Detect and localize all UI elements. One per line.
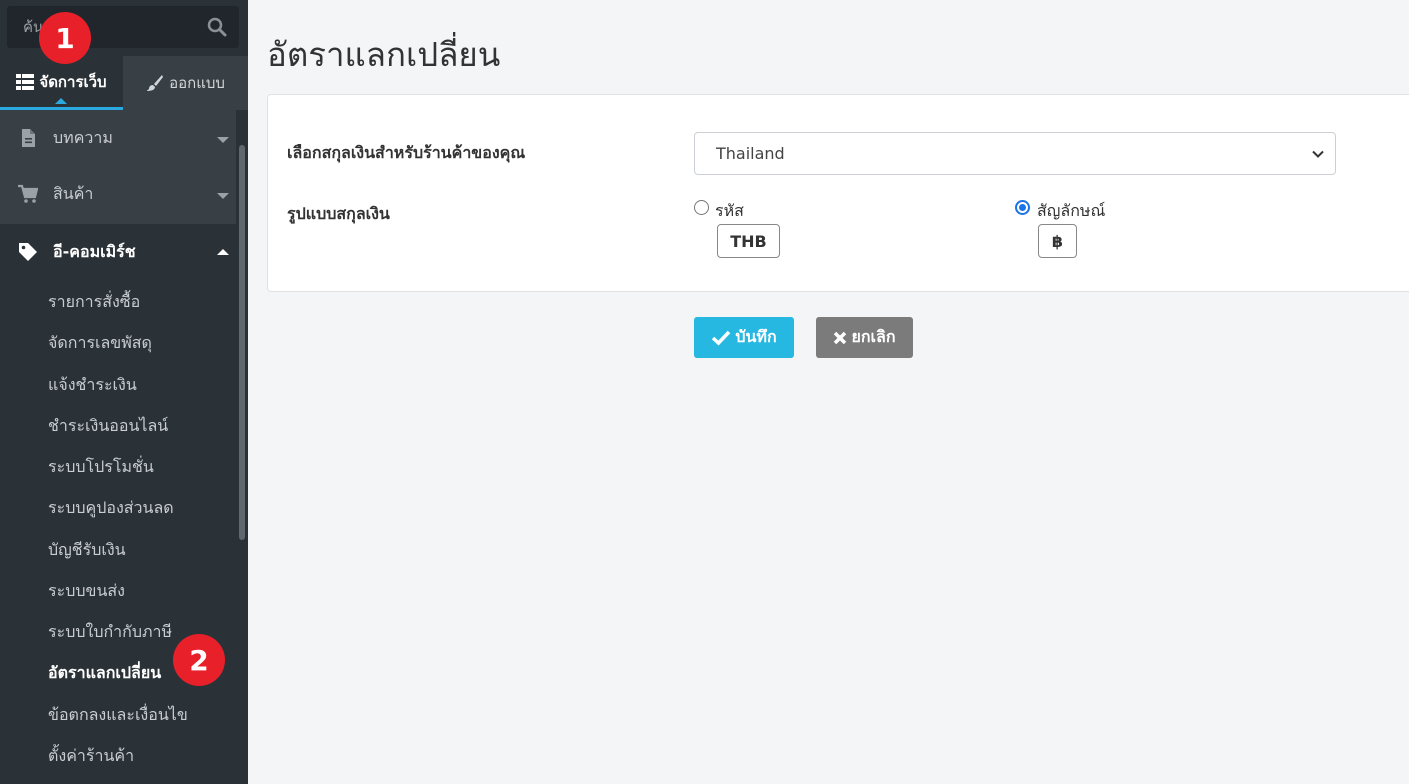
- chevron-down-icon: [1312, 150, 1324, 158]
- chevron-down-icon: [217, 137, 229, 143]
- menu-item-products[interactable]: สินค้า: [0, 166, 236, 222]
- menu-group: บทความ สินค้า: [0, 110, 236, 224]
- menu-item-ecommerce[interactable]: อี-คอมเมิร์ช: [0, 224, 236, 280]
- submenu-store-settings[interactable]: ตั้งค่าร้านค้า: [48, 744, 134, 769]
- settings-card: [267, 94, 1409, 292]
- search-input[interactable]: [7, 6, 197, 48]
- currency-label: เลือกสกุลเงินสำหรับร้านค้าของคุณ: [287, 143, 526, 162]
- submenu-shipping[interactable]: ระบบขนส่ง: [48, 579, 125, 604]
- cart-icon: [18, 184, 38, 203]
- tab-manage-web[interactable]: จัดการเว็บ: [0, 56, 123, 110]
- submenu-exchange-rate[interactable]: อัตราแลกเปลี่ยน: [48, 661, 161, 686]
- step-badge-2: 2: [173, 634, 225, 686]
- tab-label: ออกแบบ: [169, 74, 225, 92]
- tab-label: จัดการเว็บ: [39, 72, 107, 91]
- sidebar-tabs: จัดการเว็บ ออกแบบ: [0, 56, 248, 110]
- chevron-down-icon: [217, 193, 229, 199]
- menu-item-articles[interactable]: บทความ: [0, 110, 236, 166]
- save-button[interactable]: บันทึก: [694, 317, 794, 358]
- menu-item-label: บทความ: [53, 127, 113, 147]
- submenu-bank-account[interactable]: บัญชีรับเงิน: [48, 538, 126, 563]
- menu-item-label: อี-คอมเมิร์ช: [53, 242, 136, 261]
- submenu-coupon[interactable]: ระบบคูปองส่วนลด: [48, 496, 174, 521]
- currency-select-value: Thailand: [716, 144, 785, 163]
- menu-item-label: สินค้า: [53, 183, 94, 203]
- submenu-promotion[interactable]: ระบบโปรโมชั่น: [48, 455, 154, 480]
- brush-icon: [146, 74, 164, 92]
- tab-design[interactable]: ออกแบบ: [123, 56, 248, 110]
- radio-symbol[interactable]: [1015, 200, 1030, 215]
- page-title: อัตราแลกเปลี่ยน: [267, 35, 501, 74]
- step-badge-1: 1: [39, 12, 91, 64]
- radio-symbol-label: สัญลักษณ์: [1037, 201, 1106, 220]
- submenu-tracking[interactable]: จัดการเลขพัสดุ: [48, 331, 152, 356]
- check-icon: [711, 330, 731, 346]
- code-sample: THB: [717, 224, 780, 258]
- cancel-button-label: ยกเลิก: [851, 327, 896, 346]
- symbol-sample: ฿: [1038, 224, 1077, 258]
- radio-code-label: รหัส: [715, 201, 744, 220]
- chevron-up-icon: [217, 249, 229, 255]
- radio-code[interactable]: [694, 200, 709, 215]
- submenu-orders[interactable]: รายการสั่งซื้อ: [48, 290, 140, 315]
- submenu-payment-notify[interactable]: แจ้งชำระเงิน: [48, 373, 137, 398]
- cancel-button[interactable]: ยกเลิก: [816, 317, 913, 358]
- submenu-online-payment[interactable]: ชำระเงินออนไลน์: [48, 414, 168, 439]
- format-label: รูปแบบสกุลเงิน: [287, 204, 390, 223]
- save-button-label: บันทึก: [735, 327, 777, 346]
- tab-active-caret: [55, 98, 67, 104]
- file-icon: [22, 129, 35, 147]
- close-icon: [833, 331, 847, 345]
- submenu-tax-invoice[interactable]: ระบบใบกำกับภาษี: [48, 620, 172, 645]
- currency-select[interactable]: Thailand: [694, 132, 1336, 175]
- search-icon[interactable]: [207, 17, 227, 37]
- scrollbar-thumb[interactable]: [239, 145, 245, 540]
- list-icon: [16, 73, 35, 90]
- submenu-terms[interactable]: ข้อตกลงและเงื่อนไข: [48, 703, 188, 728]
- tag-icon: [19, 243, 37, 261]
